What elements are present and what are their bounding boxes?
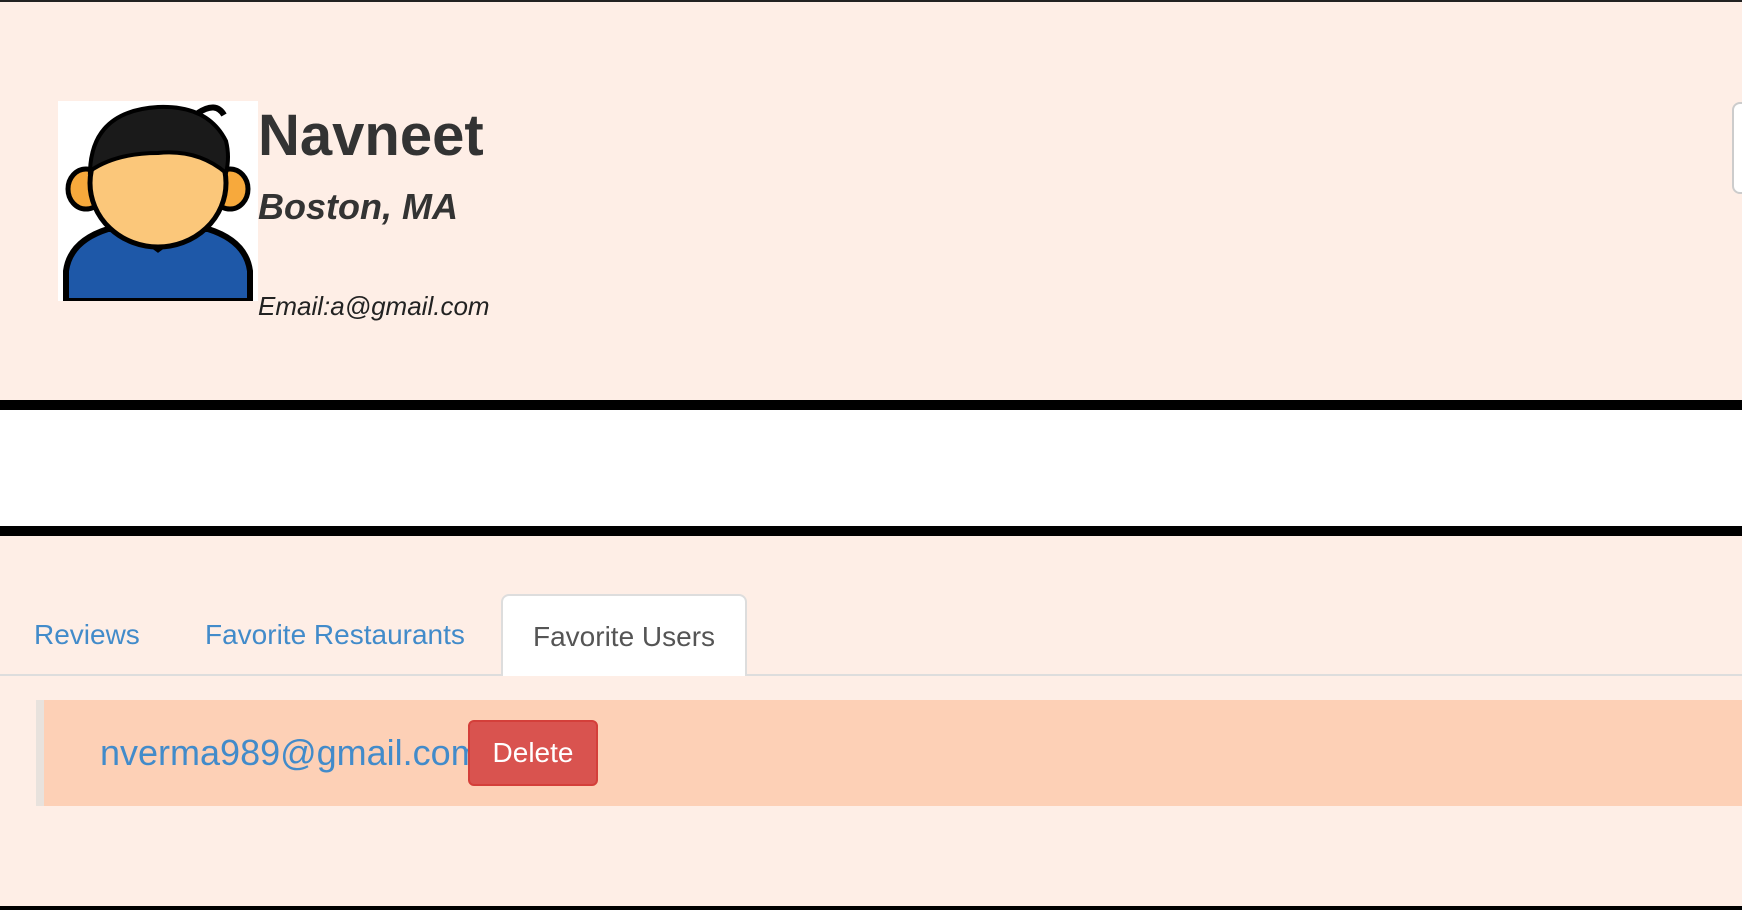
user-avatar-icon [58, 101, 258, 301]
favorite-user-row: nverma989@gmail.com Delete [36, 700, 1742, 806]
header-action-button[interactable] [1732, 102, 1742, 194]
user-profile-page: Navneet Boston, MA Email:a@gmail.com Rev… [0, 0, 1742, 910]
profile-location: Boston, MA [258, 186, 458, 227]
profile-content: Reviews Favorite Restaurants Favorite Us… [0, 536, 1742, 906]
tab-reviews[interactable]: Reviews [0, 594, 174, 676]
profile-email: Email:a@gmail.com [258, 291, 490, 321]
favorite-user-email-link[interactable]: nverma989@gmail.com [100, 700, 481, 806]
delete-button[interactable]: Delete [468, 720, 598, 786]
section-divider [0, 400, 1742, 410]
tab-favorite-users[interactable]: Favorite Users [501, 594, 748, 676]
profile-tabs: Reviews Favorite Restaurants Favorite Us… [0, 594, 1742, 676]
profile-name: Navneet [258, 103, 484, 168]
section-divider [0, 526, 1742, 536]
profile-header: Navneet Boston, MA Email:a@gmail.com [0, 0, 1742, 400]
bottom-border [0, 906, 1742, 910]
tab-favorite-restaurants[interactable]: Favorite Restaurants [171, 594, 499, 676]
